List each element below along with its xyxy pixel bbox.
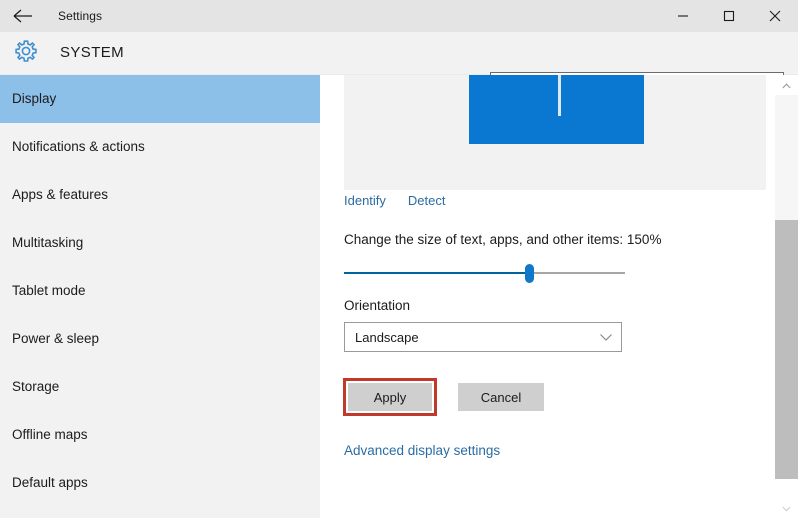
system-gear-button[interactable] [10, 37, 42, 69]
minimize-button[interactable] [660, 0, 706, 32]
page-header: SYSTEM [0, 32, 798, 102]
chevron-down-icon[interactable] [591, 323, 621, 351]
slider-thumb[interactable] [525, 264, 535, 283]
sidebar-item-label: Apps & features [12, 187, 109, 203]
sidebar-item-tablet-mode[interactable]: Tablet mode [0, 267, 320, 315]
orientation-value: Landscape [355, 329, 419, 345]
title-bar: Settings [0, 0, 798, 32]
scrollbar-thumb[interactable] [775, 220, 798, 479]
page-title: SYSTEM [60, 44, 125, 61]
sidebar-item-offline-maps[interactable]: Offline maps [0, 411, 320, 459]
display-preview-panel [344, 75, 766, 190]
scale-slider[interactable] [344, 262, 625, 284]
window-controls [660, 0, 798, 32]
monitor-split-divider [558, 75, 561, 116]
maximize-button[interactable] [706, 0, 752, 32]
scroll-down-arrow-icon [782, 499, 791, 517]
sidebar-item-label: Display [12, 91, 57, 107]
sidebar-item-notifications-actions[interactable]: Notifications & actions [0, 123, 320, 171]
gear-icon [13, 38, 39, 69]
close-button[interactable] [752, 0, 798, 32]
slider-fill [344, 272, 530, 274]
sidebar: Display Notifications & actions Apps & f… [0, 75, 320, 518]
back-button[interactable] [0, 0, 46, 32]
scroll-up-arrow-icon [782, 76, 791, 94]
settings-window: Settings SYSTEM Find a setting Display N… [0, 0, 798, 518]
vertical-scrollbar[interactable] [775, 75, 798, 518]
sidebar-item-label: Offline maps [12, 427, 88, 443]
sidebar-item-label: Default apps [12, 475, 88, 491]
identify-link[interactable]: Identify [344, 193, 386, 208]
close-icon [769, 10, 781, 22]
window-title: Settings [58, 9, 103, 23]
sidebar-item-apps-features[interactable]: Apps & features [0, 171, 320, 219]
advanced-display-settings-link[interactable]: Advanced display settings [344, 443, 500, 458]
cancel-button[interactable]: Cancel [458, 383, 544, 411]
monitor-preview[interactable] [469, 75, 644, 144]
preview-actions: Identify Detect [344, 193, 446, 208]
orientation-dropdown[interactable]: Landscape [344, 322, 622, 352]
sidebar-item-default-apps[interactable]: Default apps [0, 459, 320, 507]
sidebar-item-label: Tablet mode [12, 283, 86, 299]
sidebar-item-label: Notifications & actions [12, 139, 145, 155]
scale-label: Change the size of text, apps, and other… [344, 232, 662, 247]
sidebar-item-label: Power & sleep [12, 331, 100, 347]
scroll-down-button[interactable] [775, 498, 798, 518]
sidebar-item-power-sleep[interactable]: Power & sleep [0, 315, 320, 363]
main-content: Identify Detect Change the size of text,… [320, 75, 775, 518]
sidebar-item-display[interactable]: Display [0, 75, 320, 123]
maximize-icon [723, 10, 735, 22]
detect-link[interactable]: Detect [408, 193, 446, 208]
sidebar-item-multitasking[interactable]: Multitasking [0, 219, 320, 267]
sidebar-item-storage[interactable]: Storage [0, 363, 320, 411]
sidebar-item-label: Multitasking [12, 235, 84, 251]
minimize-icon [677, 10, 689, 22]
sidebar-item-label: Storage [12, 379, 60, 395]
orientation-label: Orientation [344, 298, 411, 313]
scrollbar-track-upper[interactable] [775, 95, 798, 220]
apply-button[interactable]: Apply [348, 383, 432, 411]
scroll-up-button[interactable] [775, 75, 798, 95]
back-arrow-icon [13, 9, 33, 23]
